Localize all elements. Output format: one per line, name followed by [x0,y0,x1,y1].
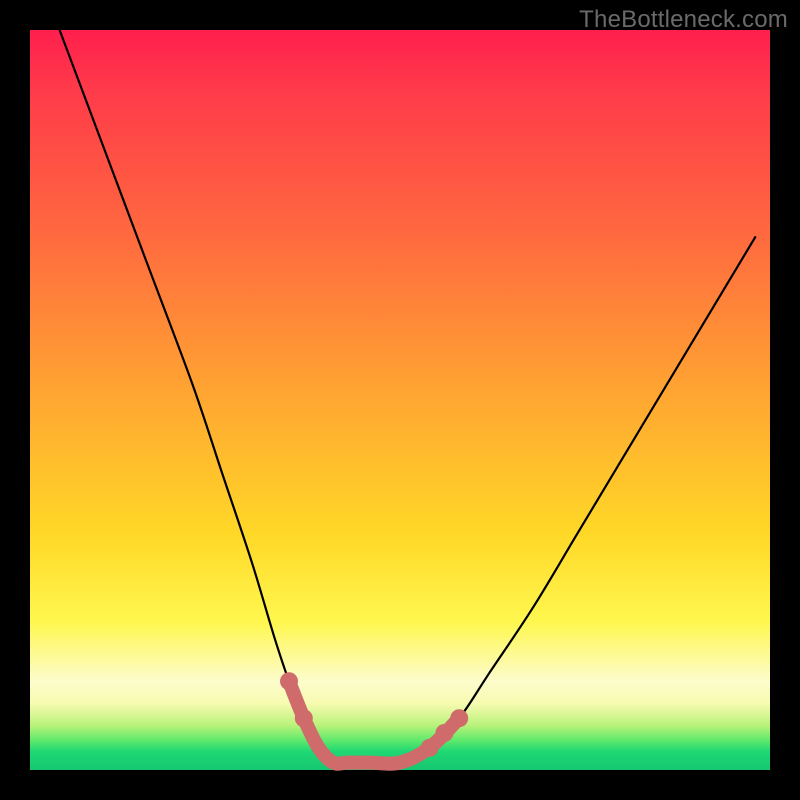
highlight-bead [421,739,439,757]
bottleneck-curve [60,30,756,764]
highlight-bead [280,672,298,690]
chart-svg [30,30,770,770]
highlight-bead [435,724,453,742]
highlight-bead [295,709,313,727]
highlight-bead [450,709,468,727]
plot-area [30,30,770,770]
chart-frame: TheBottleneck.com [0,0,800,800]
watermark-text: TheBottleneck.com [579,6,788,34]
